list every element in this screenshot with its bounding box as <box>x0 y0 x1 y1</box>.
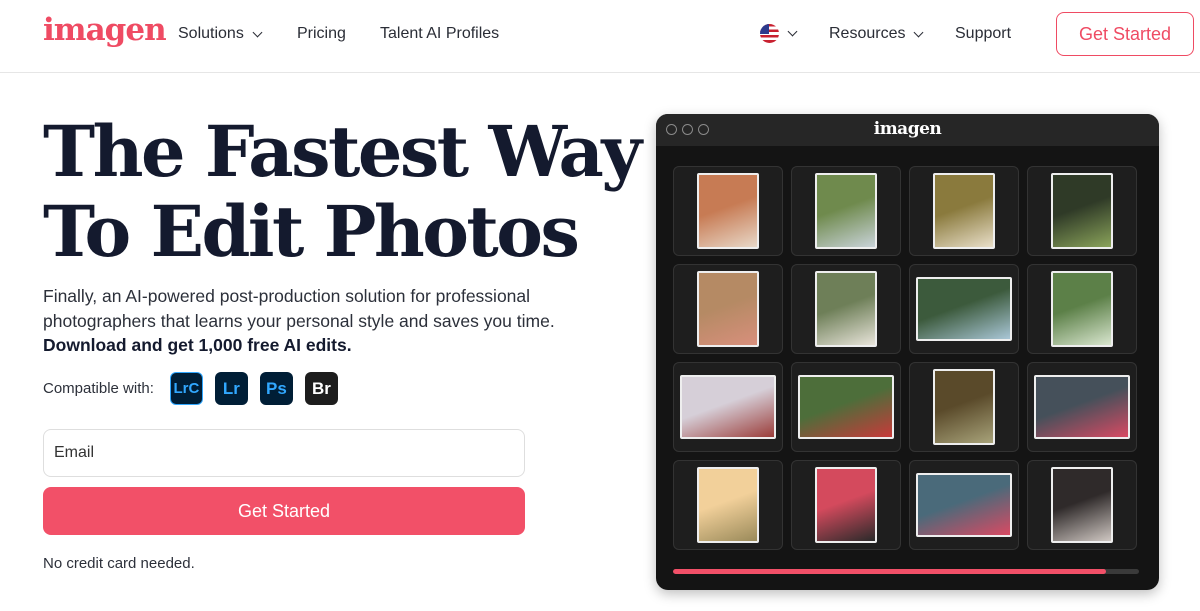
hero-heading: The Fastest Way To Edit Photos <box>43 110 642 273</box>
photo-thumbnail <box>933 173 995 249</box>
hero-description-text: Finally, an AI-powered post-production s… <box>43 286 555 331</box>
photoshop-icon: Ps <box>259 372 293 405</box>
hero-description: Finally, an AI-powered post-production s… <box>43 284 563 358</box>
photo-thumbnail <box>815 173 877 249</box>
progress-bar <box>673 569 1139 574</box>
nav-solutions[interactable]: Solutions <box>178 25 263 43</box>
photo-thumbnail <box>697 173 759 249</box>
photo-thumbnail <box>815 271 877 347</box>
hero-heading-line-2: To Edit Photos <box>43 190 580 273</box>
photo-cell[interactable] <box>1027 166 1137 256</box>
photo-grid <box>673 166 1137 550</box>
photo-cell[interactable] <box>673 460 783 550</box>
photo-cell[interactable] <box>791 460 901 550</box>
photo-cell[interactable] <box>1027 460 1137 550</box>
compatibility-row: Compatible with: LrC Lr Ps Br <box>43 372 350 405</box>
photo-thumbnail <box>815 467 877 543</box>
photo-thumbnail <box>1034 375 1130 439</box>
photo-thumbnail <box>1051 271 1113 347</box>
lightroom-icon: Lr <box>214 372 248 405</box>
hero-description-bold: Download and get 1,000 free AI edits. <box>43 335 352 355</box>
header-get-started-button[interactable]: Get Started <box>1056 12 1194 56</box>
window-logo: imagen <box>873 119 942 139</box>
email-input[interactable] <box>43 429 525 477</box>
photo-cell[interactable] <box>1027 264 1137 354</box>
photo-cell[interactable] <box>673 362 783 452</box>
photo-cell[interactable] <box>791 362 901 452</box>
photo-thumbnail <box>933 369 995 445</box>
get-started-button[interactable]: Get Started <box>43 487 525 535</box>
site-header: imagen Solutions Pricing Talent AI Profi… <box>0 0 1200 73</box>
chevron-down-icon <box>914 27 924 37</box>
photo-cell[interactable] <box>909 264 1019 354</box>
app-preview-window: imagen <box>656 114 1159 590</box>
nav-solutions-label: Solutions <box>178 25 244 42</box>
photo-thumbnail <box>798 375 894 439</box>
photo-cell[interactable] <box>1027 362 1137 452</box>
nav-resources[interactable]: Resources <box>829 25 924 43</box>
photo-thumbnail <box>697 467 759 543</box>
hero-heading-line-1: The Fastest Way <box>43 110 642 193</box>
photo-thumbnail <box>916 473 1012 537</box>
us-flag-icon <box>760 24 779 43</box>
photo-thumbnail <box>916 277 1012 341</box>
compatible-label: Compatible with: <box>43 380 154 397</box>
lightroom-classic-icon: LrC <box>169 372 203 405</box>
photo-cell[interactable] <box>673 166 783 256</box>
bridge-icon: Br <box>304 372 338 405</box>
window-titlebar: imagen <box>656 114 1159 146</box>
nav-pricing[interactable]: Pricing <box>297 25 346 43</box>
photo-thumbnail <box>1051 467 1113 543</box>
photo-cell[interactable] <box>791 264 901 354</box>
no-credit-card-note: No credit card needed. <box>43 555 195 572</box>
nav-support[interactable]: Support <box>955 25 1011 43</box>
nav-talent-ai-profiles[interactable]: Talent AI Profiles <box>380 25 499 43</box>
photo-thumbnail <box>697 271 759 347</box>
progress-fill <box>673 569 1107 574</box>
language-selector[interactable] <box>760 24 798 43</box>
nav-resources-label: Resources <box>829 25 906 42</box>
photo-cell[interactable] <box>909 166 1019 256</box>
photo-cell[interactable] <box>673 264 783 354</box>
imagen-logo[interactable]: imagen <box>43 12 167 48</box>
chevron-down-icon <box>252 27 263 37</box>
photo-cell[interactable] <box>791 166 901 256</box>
photo-cell[interactable] <box>909 460 1019 550</box>
chevron-down-icon <box>787 26 798 37</box>
photo-cell[interactable] <box>909 362 1019 452</box>
photo-thumbnail <box>1051 173 1113 249</box>
photo-thumbnail <box>680 375 776 439</box>
